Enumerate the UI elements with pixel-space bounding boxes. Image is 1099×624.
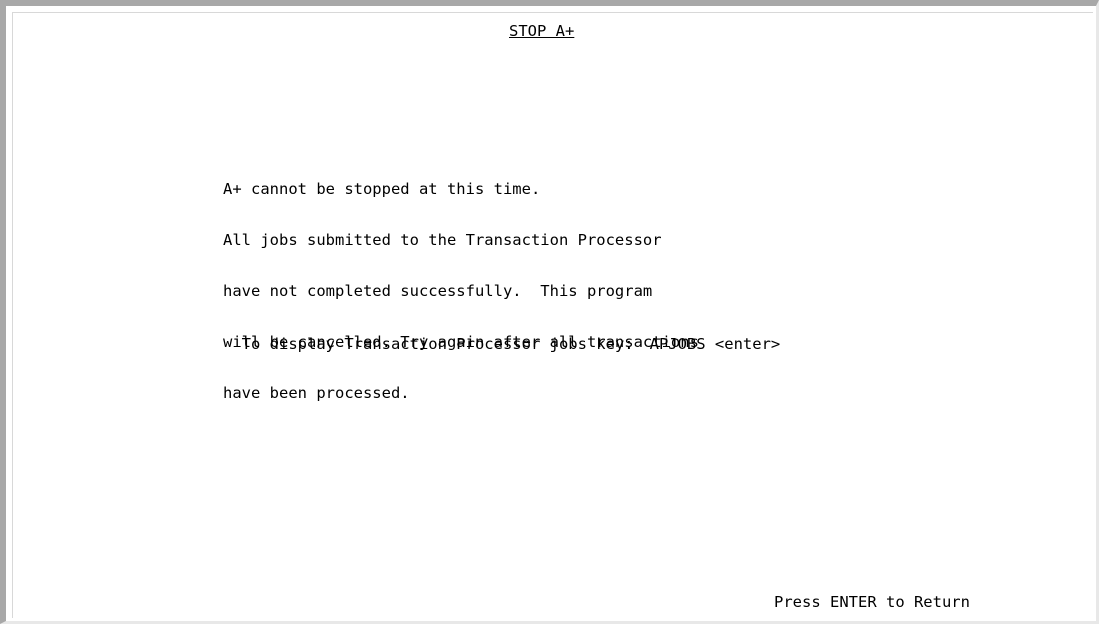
error-message: A+ cannot be stopped at this time. All j… bbox=[223, 147, 699, 419]
message-line: have been processed. bbox=[223, 384, 410, 402]
jobs-hint-command: APJOBS <enter> bbox=[649, 335, 781, 353]
message-line: All jobs submitted to the Transaction Pr… bbox=[223, 231, 662, 249]
message-line: A+ cannot be stopped at this time. bbox=[223, 180, 541, 198]
return-prompt[interactable]: Press ENTER to Return bbox=[774, 594, 970, 611]
message-line: have not completed successfully. This pr… bbox=[223, 282, 653, 300]
screen-title: STOP A+ bbox=[509, 22, 575, 40]
jobs-hint-label: To display Transaction Processor jobs ke… bbox=[241, 335, 634, 353]
jobs-hint: To display Transaction Processor jobs ke… bbox=[223, 319, 781, 353]
